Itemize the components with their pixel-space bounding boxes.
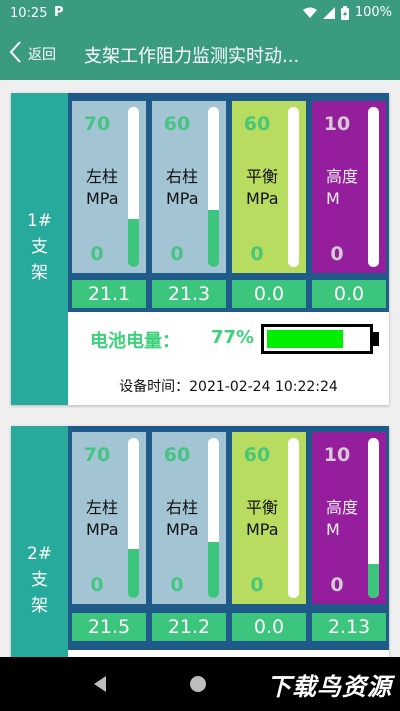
gauge-value-height: 0.0 bbox=[312, 280, 386, 308]
chevron-left-icon bbox=[8, 40, 22, 68]
gauge-panel: 70 左柱 MPa 0 60 右柱 MPa 0 60 平衡 MPa 0 10 高度 M … bbox=[68, 426, 389, 650]
gauge-value-right: 21.2 bbox=[152, 613, 226, 641]
support-id-label: 2# 支 架 bbox=[11, 426, 68, 666]
gauge-fill bbox=[128, 219, 139, 267]
gauge-min: 0 bbox=[330, 243, 344, 265]
gauge-left-column: 70 左柱 MPa 0 bbox=[72, 101, 146, 273]
parking-app-icon: P bbox=[54, 5, 64, 20]
gauge-label: 右柱 MPa bbox=[166, 167, 199, 208]
device-time: 设备时间：2021-02-24 10:22:24 bbox=[119, 379, 338, 395]
gauge-label: 平衡 MPa bbox=[246, 167, 279, 208]
battery-tip bbox=[373, 332, 379, 346]
gauge-max: 60 bbox=[243, 444, 271, 466]
gauge-value-left: 21.1 bbox=[72, 280, 146, 308]
support-card-2[interactable]: 2# 支 架 70 左柱 MPa 0 60 右柱 MPa 0 60 平衡 MPa 0 … bbox=[11, 426, 389, 666]
gauge-balance: 60 平衡 MPa 0 bbox=[232, 101, 306, 273]
gauge-height: 10 高度 M 0 bbox=[312, 432, 386, 604]
gauge-label: 右柱 MPa bbox=[166, 498, 199, 539]
gauge-max: 60 bbox=[163, 444, 191, 466]
battery-fill bbox=[267, 330, 343, 348]
gauge-min: 0 bbox=[170, 574, 184, 596]
support-number: 2# bbox=[26, 544, 53, 564]
battery-percent-value: 77% bbox=[211, 327, 255, 348]
gauge-min: 0 bbox=[90, 243, 104, 265]
gauge-track bbox=[368, 438, 379, 598]
battery-icon bbox=[261, 324, 373, 354]
support-char-2: 架 bbox=[31, 263, 48, 283]
gauge-label: 平衡 MPa bbox=[246, 498, 279, 539]
gauge-fill bbox=[208, 541, 219, 598]
support-char-1: 支 bbox=[31, 237, 48, 257]
watermark-logo: 下载鸟资源 bbox=[267, 673, 392, 701]
support-id-label: 1# 支 架 bbox=[11, 93, 68, 405]
gauge-label: 左柱 MPa bbox=[86, 498, 119, 539]
battery-label: 电池电量： bbox=[90, 331, 180, 352]
gauge-max: 60 bbox=[243, 113, 271, 135]
gauge-min: 0 bbox=[170, 243, 184, 265]
status-time: 10:25 bbox=[10, 6, 48, 21]
gauge-max: 70 bbox=[83, 113, 111, 135]
gauge-value-balance: 0.0 bbox=[232, 613, 306, 641]
gauge-max: 70 bbox=[83, 444, 111, 466]
gauge-max: 10 bbox=[323, 113, 351, 135]
nav-home-icon[interactable] bbox=[190, 676, 206, 692]
gauge-track bbox=[208, 438, 219, 598]
gauge-value-balance: 0.0 bbox=[232, 280, 306, 308]
gauge-label: 左柱 MPa bbox=[86, 167, 119, 208]
gauge-min: 0 bbox=[330, 574, 344, 596]
back-button[interactable]: 返回 bbox=[8, 40, 56, 68]
gauge-max: 10 bbox=[323, 444, 351, 466]
gauge-balance: 60 平衡 MPa 0 bbox=[232, 432, 306, 604]
gauge-fill bbox=[208, 210, 219, 267]
status-bar: 10:25 P 100% bbox=[0, 0, 400, 28]
page-title: 支架工作阻力监测实时动... bbox=[84, 46, 300, 67]
gauge-min: 0 bbox=[90, 574, 104, 596]
battery-charging-icon bbox=[340, 5, 349, 20]
gauge-height: 10 高度 M 0 bbox=[312, 101, 386, 273]
gauge-right-column: 60 右柱 MPa 0 bbox=[152, 101, 226, 273]
gauge-max: 60 bbox=[163, 113, 191, 135]
gauge-min: 0 bbox=[250, 243, 264, 265]
gauge-value-left: 21.5 bbox=[72, 613, 146, 641]
gauge-left-column: 70 左柱 MPa 0 bbox=[72, 432, 146, 604]
app-header: 返回 支架工作阻力监测实时动... bbox=[0, 28, 400, 80]
gauge-value-right: 21.3 bbox=[152, 280, 226, 308]
support-char-2: 架 bbox=[31, 596, 48, 616]
gauge-value-height: 2.13 bbox=[312, 613, 386, 641]
gauge-min: 0 bbox=[250, 574, 264, 596]
gauge-track bbox=[128, 438, 139, 598]
gauge-fill bbox=[128, 548, 139, 598]
support-char-1: 支 bbox=[31, 570, 48, 590]
battery-row: 电池电量： 77% bbox=[68, 315, 389, 363]
gauge-track bbox=[288, 107, 299, 267]
gauge-right-column: 60 右柱 MPa 0 bbox=[152, 432, 226, 604]
gauge-panel: 70 左柱 MPa 0 60 右柱 MPa 0 60 平衡 MPa 0 10 高度 M … bbox=[68, 93, 389, 312]
gauge-label: 高度 M bbox=[326, 167, 359, 208]
support-number: 1# bbox=[26, 211, 53, 231]
status-icons: 100% bbox=[302, 5, 392, 20]
wifi-icon bbox=[302, 7, 317, 19]
gauge-label: 高度 M bbox=[326, 498, 359, 539]
gauge-fill bbox=[368, 563, 379, 598]
back-label: 返回 bbox=[28, 47, 56, 63]
gauge-track bbox=[288, 438, 299, 598]
gauge-track bbox=[368, 107, 379, 267]
system-nav-bar: 下载鸟资源 bbox=[0, 657, 400, 711]
battery-percent: 100% bbox=[354, 5, 392, 20]
support-card-1[interactable]: 1# 支 架 70 左柱 MPa 0 60 右柱 MPa 0 60 平衡 MPa 0 … bbox=[11, 93, 389, 405]
gauge-track bbox=[128, 107, 139, 267]
signal-icon bbox=[322, 6, 335, 19]
gauge-track bbox=[208, 107, 219, 267]
nav-back-icon[interactable] bbox=[92, 675, 108, 697]
